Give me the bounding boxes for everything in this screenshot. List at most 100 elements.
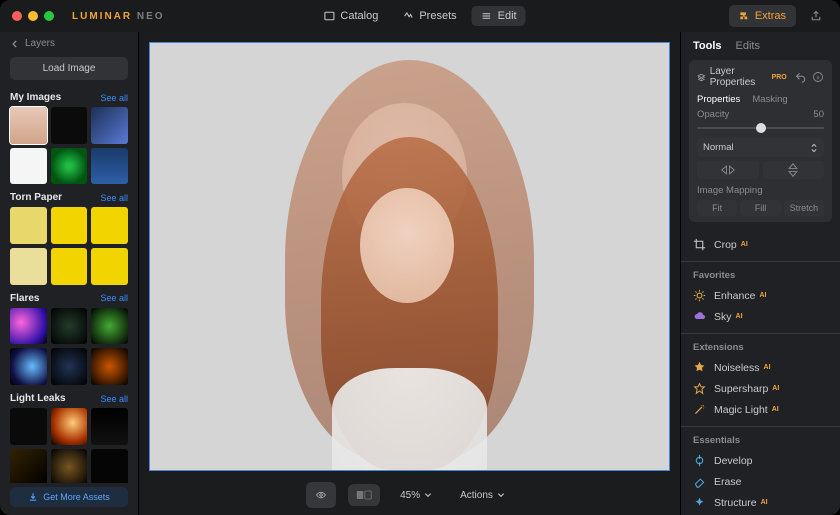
flip-vertical-button[interactable]	[763, 161, 825, 179]
tab-properties[interactable]: Properties	[697, 94, 740, 105]
crop-icon	[693, 238, 706, 251]
share-icon	[810, 9, 822, 23]
flip-h-icon	[721, 165, 735, 175]
see-all-link[interactable]: See all	[100, 293, 128, 303]
see-all-link[interactable]: See all	[100, 394, 128, 404]
thumbnail[interactable]	[91, 308, 128, 345]
section-favorites: Favorites	[693, 270, 828, 281]
load-image-button[interactable]: Load Image	[10, 57, 128, 80]
fill-button[interactable]: Fill	[740, 200, 780, 216]
see-all-link[interactable]: See all	[100, 193, 128, 203]
info-icon	[812, 71, 824, 83]
info-button[interactable]	[811, 69, 824, 85]
supersharp-icon	[693, 382, 706, 395]
thumbnail[interactable]	[91, 449, 128, 483]
tab-edits[interactable]: Edits	[736, 40, 760, 52]
thumbnail[interactable]	[10, 449, 47, 483]
chevron-down-icon	[497, 491, 505, 499]
opacity-slider[interactable]	[697, 122, 824, 134]
tool-sky[interactable]: SkyAI	[693, 306, 828, 327]
thumbnail[interactable]	[51, 148, 88, 185]
image-mapping-label: Image Mapping	[697, 185, 824, 196]
cloud-icon	[693, 310, 706, 323]
compare-split-button[interactable]	[350, 486, 378, 504]
thumbnail[interactable]	[10, 207, 47, 244]
tool-crop[interactable]: CropAI	[693, 234, 828, 255]
download-icon	[28, 492, 38, 502]
canvas-area: 45% Actions	[139, 32, 680, 515]
chevron-down-icon	[424, 491, 432, 499]
flip-horizontal-button[interactable]	[697, 161, 759, 179]
thumbnail[interactable]	[51, 207, 88, 244]
thumbnail[interactable]	[51, 308, 88, 345]
canvas-toolbar: 45% Actions	[139, 481, 680, 509]
thumbnail[interactable]	[91, 408, 128, 445]
catalog-tab[interactable]: Catalog	[314, 6, 387, 26]
thumbnail[interactable]	[10, 348, 47, 385]
fit-button[interactable]: Fit	[697, 200, 737, 216]
thumbnail[interactable]	[10, 308, 47, 345]
sliders-icon	[693, 454, 706, 467]
zoom-dropdown[interactable]: 45%	[392, 486, 440, 505]
opacity-value: 50	[813, 109, 824, 120]
maximize-window-button[interactable]	[44, 11, 54, 21]
tool-magic-light[interactable]: Magic LightAI	[693, 399, 828, 420]
layer-properties-panel: Layer Properties PRO Properties Masking …	[689, 60, 832, 222]
window-controls	[12, 11, 54, 21]
undo-button[interactable]	[795, 69, 808, 85]
category-flares: FlaresSee all	[10, 293, 128, 385]
compare-icon	[356, 490, 372, 500]
get-more-assets-button[interactable]: Get More Assets	[10, 487, 128, 507]
chevron-left-icon[interactable]	[10, 39, 20, 49]
eye-icon	[316, 488, 326, 502]
tool-enhance[interactable]: EnhanceAI	[693, 285, 828, 306]
thumbnail[interactable]	[10, 248, 47, 285]
thumbnail[interactable]	[10, 408, 47, 445]
preview-toggle[interactable]	[308, 484, 334, 506]
thumbnail[interactable]	[91, 148, 128, 185]
edit-icon	[481, 10, 493, 22]
tool-develop[interactable]: Develop	[693, 450, 828, 471]
thumbnail[interactable]	[91, 107, 128, 144]
puzzle-icon	[739, 11, 750, 22]
thumbnail[interactable]	[51, 348, 88, 385]
sun-icon	[693, 289, 706, 302]
thumbnail[interactable]	[91, 248, 128, 285]
tool-supersharp[interactable]: SupersharpAI	[693, 378, 828, 399]
section-extensions: Extensions	[693, 342, 828, 353]
thumbnail[interactable]	[51, 408, 88, 445]
edit-tab[interactable]: Edit	[472, 6, 526, 26]
category-light-leaks: Light LeaksSee all	[10, 393, 128, 483]
category-torn-paper: Torn PaperSee all	[10, 192, 128, 284]
structure-icon	[693, 496, 706, 509]
stretch-button[interactable]: Stretch	[784, 200, 824, 216]
extras-button[interactable]: Extras	[729, 5, 796, 27]
thumbnail[interactable]	[51, 449, 88, 483]
tab-masking[interactable]: Masking	[752, 94, 787, 105]
actions-dropdown[interactable]: Actions	[452, 486, 513, 505]
thumbnail[interactable]	[10, 107, 47, 144]
canvas[interactable]	[149, 42, 670, 471]
see-all-link[interactable]: See all	[100, 93, 128, 103]
tab-tools[interactable]: Tools	[693, 40, 722, 52]
tool-noiseless[interactable]: NoiselessAI	[693, 357, 828, 378]
catalog-icon	[323, 10, 335, 22]
minimize-window-button[interactable]	[28, 11, 38, 21]
flip-v-icon	[788, 163, 798, 177]
tool-erase[interactable]: Erase	[693, 471, 828, 492]
thumbnail[interactable]	[51, 248, 88, 285]
layers-label: Layers	[25, 38, 55, 49]
thumbnail[interactable]	[91, 348, 128, 385]
thumbnail[interactable]	[51, 107, 88, 144]
blend-mode-select[interactable]: Normal	[697, 138, 824, 157]
opacity-label: Opacity	[697, 109, 729, 120]
panel-title: Layer Properties	[710, 66, 768, 88]
thumbnail[interactable]	[91, 207, 128, 244]
tool-structure[interactable]: StructureAI	[693, 492, 828, 513]
thumbnail[interactable]	[10, 148, 47, 185]
presets-tab[interactable]: Presets	[393, 6, 465, 26]
close-window-button[interactable]	[12, 11, 22, 21]
share-button[interactable]	[804, 4, 828, 28]
titlebar: LUMINAR NEO Catalog Presets Edit Extras	[0, 0, 840, 32]
app-logo: LUMINAR NEO	[72, 11, 165, 22]
